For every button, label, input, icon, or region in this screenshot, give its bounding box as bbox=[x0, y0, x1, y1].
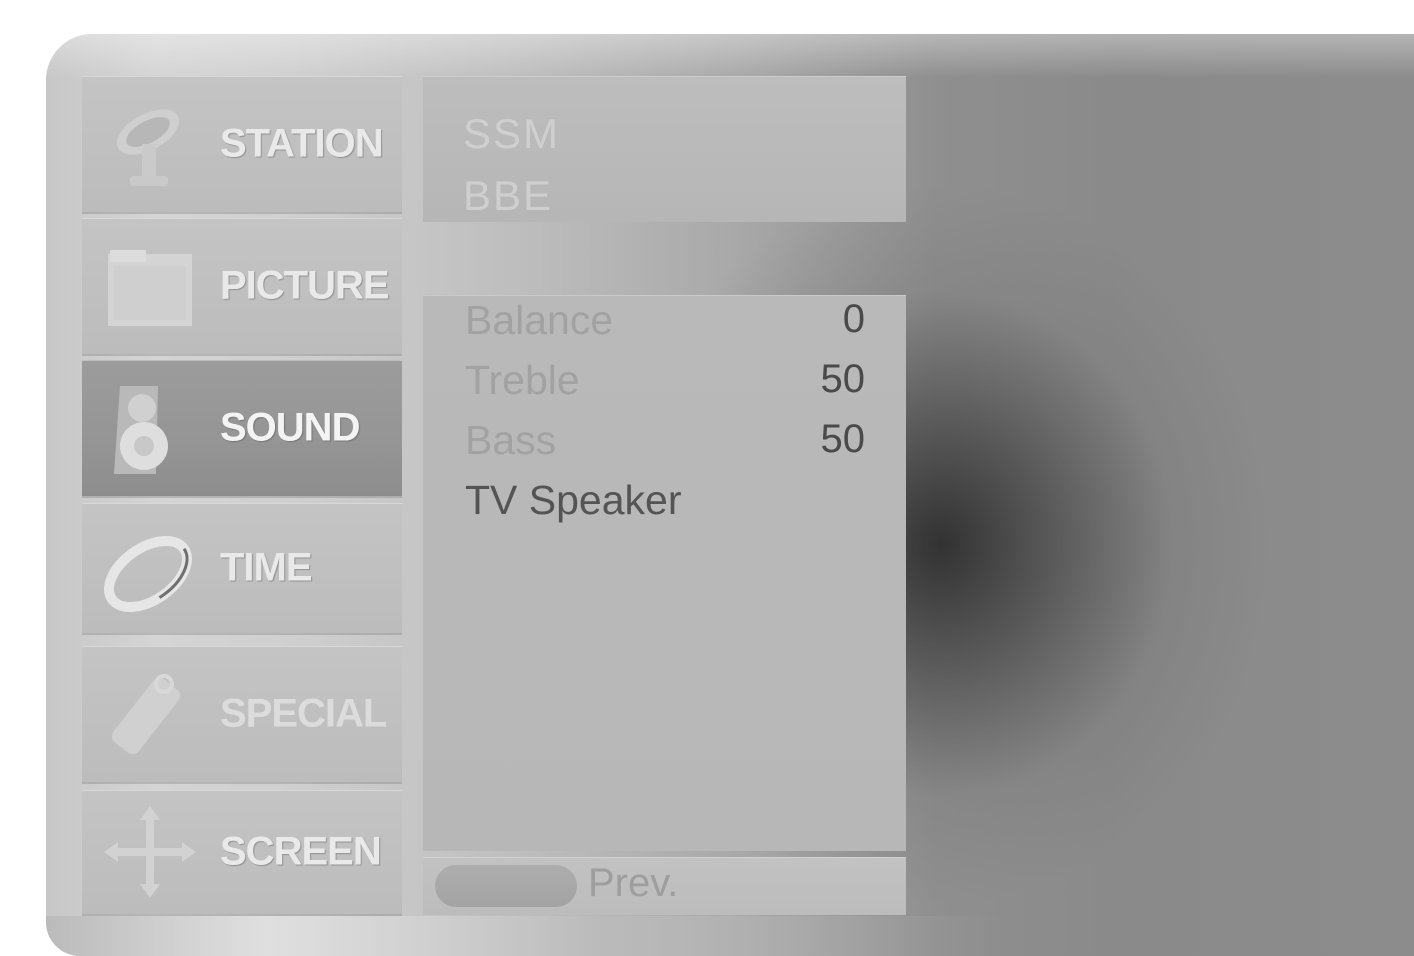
sound-settings-panel: Balance 0 Treble 50 Bass 50 TV Speaker bbox=[423, 295, 906, 851]
balance-value: 0 bbox=[842, 297, 865, 341]
bass-row[interactable]: Bass 50 bbox=[465, 417, 865, 469]
top-options-panel: SSM BBE bbox=[423, 76, 906, 222]
bass-value: 50 bbox=[820, 417, 866, 461]
satellite-dish-icon bbox=[100, 94, 200, 194]
balance-row[interactable]: Balance 0 bbox=[465, 297, 865, 349]
sidebar-item-station[interactable]: STATION bbox=[82, 76, 402, 212]
sidebar-item-time[interactable]: TIME bbox=[82, 503, 402, 633]
tv-speaker-label: TV Speaker bbox=[465, 477, 682, 523]
sidebar-item-picture[interactable]: PICTURE bbox=[82, 218, 402, 354]
menu-item-bbe[interactable]: BBE bbox=[463, 172, 553, 212]
move-arrows-icon bbox=[100, 802, 200, 902]
sidebar-item-label: PICTURE bbox=[220, 263, 390, 308]
frame-top-highlight bbox=[46, 34, 1414, 78]
footer-panel: Prev. bbox=[423, 857, 906, 915]
tag-icon bbox=[100, 664, 200, 764]
bass-label: Bass bbox=[465, 417, 557, 463]
sidebar-item-sound[interactable]: SOUND bbox=[82, 360, 402, 496]
picture-frame-icon bbox=[100, 236, 200, 336]
prev-button[interactable] bbox=[435, 865, 577, 907]
treble-label: Treble bbox=[465, 357, 580, 403]
frame-bottom-highlight bbox=[46, 916, 1414, 956]
sidebar-item-screen[interactable]: SCREEN bbox=[82, 790, 402, 914]
speaker-icon bbox=[100, 378, 200, 478]
balance-label: Balance bbox=[465, 297, 614, 343]
sidebar-item-label: STATION bbox=[220, 121, 384, 166]
sidebar-item-special[interactable]: SPECIAL bbox=[82, 646, 402, 782]
menu-item-ssm[interactable]: SSM bbox=[463, 110, 560, 158]
treble-row[interactable]: Treble 50 bbox=[465, 357, 865, 409]
prev-label: Prev. bbox=[588, 861, 679, 905]
sidebar-item-label: SOUND bbox=[220, 405, 360, 450]
tv-speaker-row[interactable]: TV Speaker bbox=[465, 477, 865, 529]
sidebar-item-label: SCREEN bbox=[220, 829, 382, 874]
osd-menu-frame: STATION PICTURE SOUND TIME SPECIAL SCREE… bbox=[46, 34, 1414, 956]
sidebar-item-label: TIME bbox=[220, 545, 313, 590]
treble-value: 50 bbox=[820, 357, 866, 401]
sidebar-item-label: SPECIAL bbox=[220, 691, 387, 736]
clock-ring-icon bbox=[100, 518, 200, 618]
tv-osd-screen: STATION PICTURE SOUND TIME SPECIAL SCREE… bbox=[0, 0, 1414, 956]
